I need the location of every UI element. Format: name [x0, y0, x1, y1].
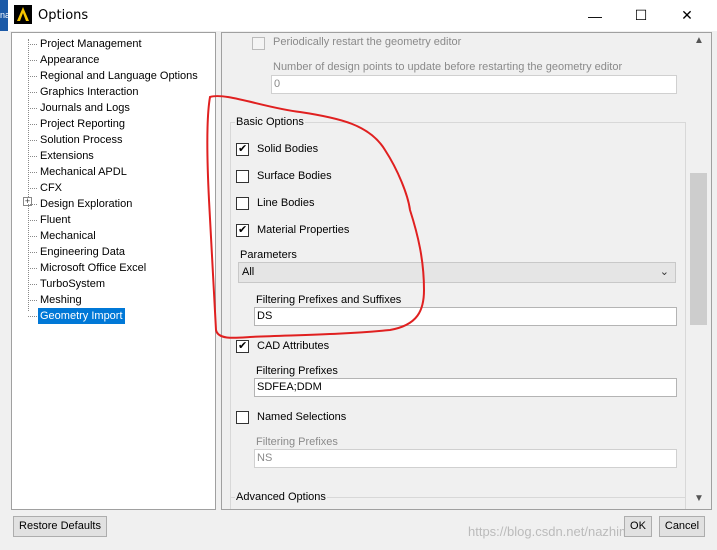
background-window-text: na — [0, 10, 8, 20]
tree-connector-line — [28, 92, 37, 93]
window-title: Options — [38, 8, 89, 23]
tree-connector-line — [28, 140, 37, 141]
tree-connector-line — [28, 44, 37, 45]
surface-bodies-label: Surface Bodies — [257, 170, 332, 182]
cad-filtering-prefixes-field[interactable]: SDFEA;DDM — [254, 378, 677, 397]
tree-connector-line — [28, 252, 37, 253]
line-bodies-checkbox[interactable] — [236, 197, 249, 210]
tree-item-design-exploration[interactable]: Design Exploration — [38, 196, 134, 212]
tree-item-microsoft-office-excel[interactable]: Microsoft Office Excel — [38, 260, 148, 276]
background-window-strip: na — [0, 0, 8, 31]
tree-item-journals-and-logs[interactable]: Journals and Logs — [38, 100, 132, 116]
tree-connector-line — [28, 172, 37, 173]
tree-item-mechanical-apdl[interactable]: Mechanical APDL — [38, 164, 129, 180]
parameters-label: Parameters — [240, 249, 297, 261]
line-bodies-label: Line Bodies — [257, 197, 315, 209]
scrollbar-thumb[interactable] — [690, 173, 707, 325]
solid-bodies-label: Solid Bodies — [257, 143, 319, 155]
restore-defaults-button[interactable]: Restore Defaults — [13, 516, 107, 537]
scroll-down-icon[interactable]: ▼ — [690, 493, 708, 509]
parameters-select[interactable]: All ⌄ — [238, 262, 676, 283]
tree-connector-line — [28, 124, 37, 125]
cad-attributes-checkbox[interactable] — [236, 339, 249, 353]
tree-connector-line — [28, 76, 37, 77]
material-properties-checkbox[interactable] — [236, 223, 249, 237]
close-button[interactable]: ✕ — [664, 0, 710, 31]
tree-item-regional-and-language-options[interactable]: Regional and Language Options — [38, 68, 200, 84]
surface-bodies-checkbox[interactable] — [236, 170, 249, 183]
solid-bodies-checkbox[interactable] — [236, 142, 249, 156]
app-icon — [14, 5, 32, 24]
advanced-options-heading: Advanced Options — [235, 491, 327, 503]
ns-filtering-prefixes-field[interactable]: NS — [254, 449, 677, 468]
tree-item-engineering-data[interactable]: Engineering Data — [38, 244, 127, 260]
tree-connector-line — [28, 220, 37, 221]
maximize-button[interactable]: ☐ — [618, 0, 664, 31]
filtering-prefixes-suffixes-field[interactable]: DS — [254, 307, 677, 326]
tree-connector-line — [28, 188, 37, 189]
tree-connector-line — [28, 316, 37, 317]
vertical-scrollbar[interactable]: ▲ ▼ — [686, 33, 711, 509]
watermark-text: https://blog.csdn.net/nazhimimi/ — [468, 524, 651, 539]
tree-connector-line — [28, 39, 29, 311]
ok-button[interactable]: OK — [624, 516, 652, 537]
tree-item-turbosystem[interactable]: TurboSystem — [38, 276, 107, 292]
ns-filtering-prefixes-label: Filtering Prefixes — [256, 436, 338, 448]
tree-connector-line — [28, 156, 37, 157]
tree-item-extensions[interactable]: Extensions — [38, 148, 96, 164]
tree-connector-line — [28, 284, 37, 285]
tree-connector-line — [28, 268, 37, 269]
minimize-button[interactable]: — — [572, 0, 618, 31]
periodic-restart-checkbox[interactable] — [252, 37, 265, 50]
named-selections-label: Named Selections — [257, 411, 347, 423]
design-points-field[interactable]: 0 — [271, 75, 677, 94]
tree-item-project-reporting[interactable]: Project Reporting — [38, 116, 127, 132]
tree-item-graphics-interaction[interactable]: Graphics Interaction — [38, 84, 140, 100]
material-properties-label: Material Properties — [257, 224, 350, 236]
options-tree[interactable]: + Project Management Appearance Regional a… — [11, 32, 216, 510]
tree-item-project-management[interactable]: Project Management — [38, 36, 144, 52]
tree-connector-line — [28, 236, 37, 237]
cad-attributes-label: CAD Attributes — [257, 340, 330, 352]
tree-item-mechanical[interactable]: Mechanical — [38, 228, 98, 244]
maximize-icon: ☐ — [634, 7, 648, 23]
design-points-label: Number of design points to update before… — [273, 61, 623, 73]
close-icon: ✕ — [681, 7, 693, 23]
basic-options-heading: Basic Options — [235, 116, 305, 128]
tree-item-geometry-import[interactable]: Geometry Import — [38, 308, 125, 324]
tree-item-solution-process[interactable]: Solution Process — [38, 132, 125, 148]
tree-connector-line — [28, 300, 37, 301]
minimize-icon: — — [588, 7, 602, 24]
filtering-prefixes-suffixes-label: Filtering Prefixes and Suffixes — [256, 294, 402, 306]
named-selections-checkbox[interactable] — [236, 411, 249, 424]
chevron-down-icon: ⌄ — [659, 266, 669, 278]
tree-connector-line — [28, 60, 37, 61]
title-bar: na Options — ☐ ✕ — [0, 0, 717, 31]
cad-filtering-prefixes-label: Filtering Prefixes — [256, 365, 338, 377]
tree-connector-line — [28, 108, 37, 109]
cancel-button[interactable]: Cancel — [659, 516, 705, 537]
tree-item-cfx[interactable]: CFX — [38, 180, 64, 196]
settings-panel: Periodically restart the geometry editor… — [221, 32, 712, 510]
periodic-restart-label: Periodically restart the geometry editor — [273, 36, 462, 48]
tree-connector-line — [28, 204, 37, 205]
tree-item-appearance[interactable]: Appearance — [38, 52, 101, 68]
scroll-up-icon[interactable]: ▲ — [690, 35, 708, 51]
tree-item-fluent[interactable]: Fluent — [38, 212, 73, 228]
tree-item-meshing[interactable]: Meshing — [38, 292, 84, 308]
parameters-value: All — [242, 266, 255, 278]
